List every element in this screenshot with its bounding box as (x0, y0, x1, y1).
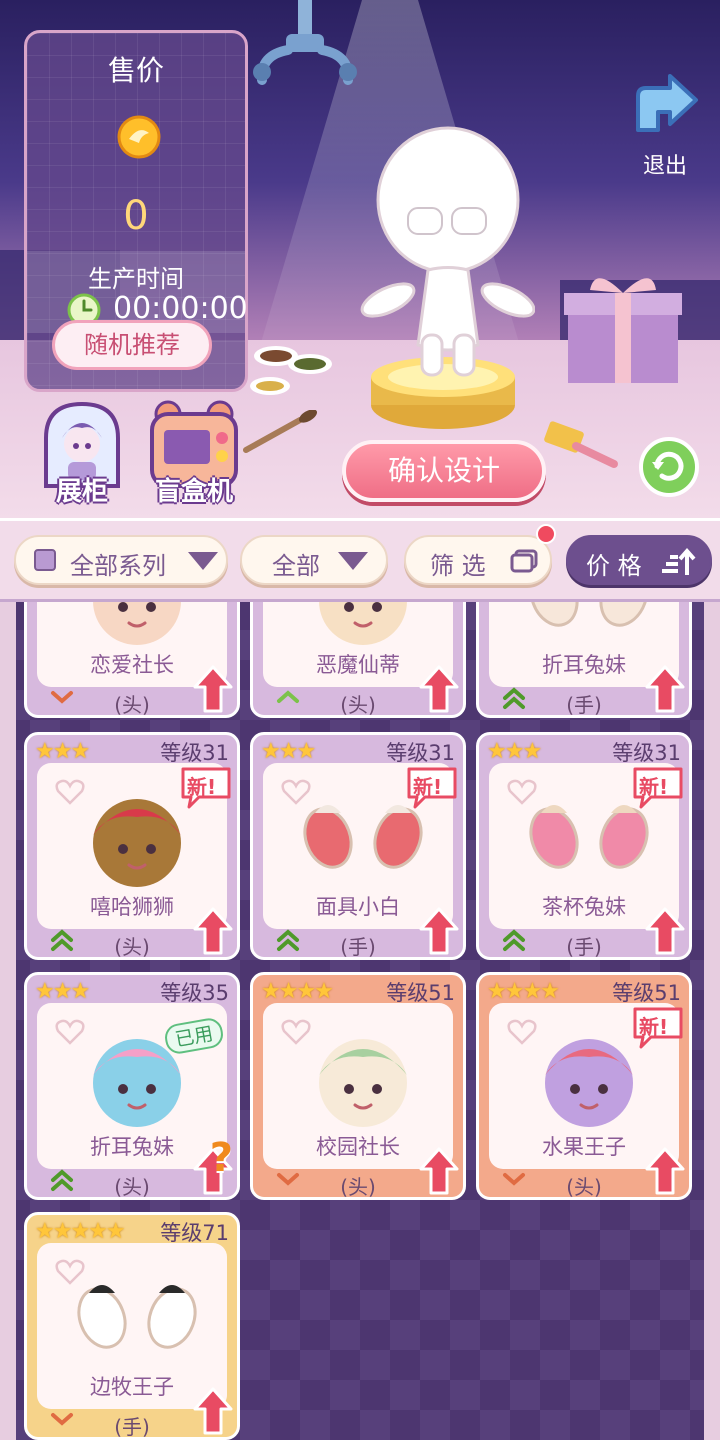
showcase-label: 展柜 (55, 477, 108, 507)
paint-brush (243, 410, 318, 453)
level-label: 等级31 (612, 741, 681, 765)
exit-label: 退出 (642, 154, 687, 179)
new-badge-label: 新! (413, 775, 443, 799)
production-time-label: 生产时间 (88, 265, 184, 293)
level-label: 等级31 (160, 741, 229, 765)
series-dropdown[interactable]: 全部系列 (14, 535, 228, 585)
price-title: 售价 (107, 54, 164, 87)
star-rating: ★★★ (487, 739, 542, 764)
upgrade-arrow-icon[interactable] (645, 663, 685, 715)
upgrade-arrow-icon[interactable] (193, 663, 233, 715)
star-rating: ★★★★★ (35, 1219, 126, 1244)
new-badge-label: 新! (639, 1015, 669, 1039)
item-card[interactable]: ★★★ 等级31 嘻哈狮狮 (头) 新! (24, 732, 240, 960)
price-panel: 售价 0 生产时间 00:00:00 随机推荐 (24, 30, 248, 392)
new-badge-label: 新! (639, 775, 669, 799)
gift-box (564, 278, 682, 383)
right-rail (704, 600, 720, 1440)
filter-bar: 全部系列 全部 筛 选 价 格 (0, 518, 720, 602)
category-label: 全部 (272, 552, 320, 580)
level-label: 等级51 (612, 981, 681, 1005)
notification-dot (536, 524, 556, 544)
sort-label: 价 格 (586, 552, 642, 580)
blank-doll (360, 126, 535, 377)
new-badge: 新! (179, 765, 233, 809)
rarity-chevron-icon (51, 1413, 73, 1426)
rarity-chevron-icon (503, 687, 525, 709)
new-badge: 新! (631, 765, 685, 809)
rarity-chevron-icon (51, 691, 73, 704)
item-art (77, 1285, 197, 1349)
upgrade-arrow-icon[interactable] (193, 1385, 233, 1437)
coin-icon (117, 115, 161, 159)
filter-icon (510, 549, 538, 573)
claw-icon (253, 0, 357, 85)
filter-label: 筛 选 (430, 552, 486, 580)
rarity-chevron-icon (51, 1169, 73, 1191)
star-rating: ★★★ (35, 979, 90, 1004)
flat-brush (544, 421, 618, 468)
random-recommend-button[interactable]: 随机推荐 (52, 320, 212, 370)
rarity-chevron-icon (277, 690, 299, 703)
rarity-chevron-icon (51, 929, 73, 951)
item-card[interactable]: ★★★★ 等级51 水果王子 (头) 新! (476, 972, 692, 1200)
filter-button[interactable]: 筛 选 (404, 535, 552, 585)
star-rating: ★★★ (261, 739, 316, 764)
upgrade-arrow-icon[interactable] (645, 905, 685, 957)
price-value: 0 (123, 193, 149, 239)
item-card[interactable]: ★★★ 等级31 茶杯兔妹 (手) 新! (476, 732, 692, 960)
new-badge-label: 新! (187, 775, 217, 799)
upgrade-arrow-icon[interactable] (193, 905, 233, 957)
star-rating: ★★★★ (261, 979, 334, 1004)
item-art (319, 1039, 407, 1127)
item-card[interactable]: ★★★ 等级35 折耳兔妹 (头) 已用? (24, 972, 240, 1200)
upgrade-arrow-icon[interactable] (645, 1145, 685, 1197)
help-icon[interactable]: ? (210, 1135, 233, 1181)
item-card[interactable]: ★★★★ 等级51 校园社长 (头) (250, 972, 466, 1200)
chevron-down-icon (188, 552, 218, 570)
blindbox-label: 盲盒机 (154, 477, 233, 507)
item-card[interactable]: ★★★ 等级31 面具小白 (手) 新! (250, 732, 466, 960)
level-label: 等级71 (160, 1221, 229, 1245)
level-label: 等级35 (160, 981, 229, 1005)
sort-icon (662, 547, 696, 575)
upgrade-arrow-icon[interactable] (419, 663, 459, 715)
rarity-chevron-icon (503, 929, 525, 951)
rarity-chevron-icon (503, 1173, 525, 1186)
left-rail (0, 600, 16, 1440)
paint-cups (250, 346, 332, 395)
series-icon (34, 549, 56, 571)
star-rating: ★★★★ (487, 979, 560, 1004)
design-stage: 售价 0 生产时间 00:00:00 随机推荐 退出 展柜 盲盒机 确认设计 (0, 0, 720, 520)
exit-button[interactable]: 退出 (630, 68, 700, 179)
confirm-design-button[interactable]: 确认设计 (342, 440, 546, 502)
upgrade-arrow-icon[interactable] (419, 1145, 459, 1197)
level-label: 等级31 (386, 741, 455, 765)
item-card[interactable]: ★★★★★ 等级71 边牧王子 (手) (24, 1212, 240, 1440)
new-badge: 新! (405, 765, 459, 809)
star-rating: ★★★ (35, 739, 90, 764)
refresh-icon[interactable] (638, 436, 700, 498)
chevron-down-icon (338, 552, 368, 570)
rarity-chevron-icon (277, 1173, 299, 1186)
new-badge: 新! (631, 1005, 685, 1049)
exit-arrow-icon (636, 74, 698, 132)
rarity-chevron-icon (277, 929, 299, 951)
category-dropdown[interactable]: 全部 (240, 535, 388, 585)
upgrade-arrow-icon[interactable] (419, 905, 459, 957)
showcase-button[interactable]: 展柜 (38, 398, 126, 508)
series-label: 全部系列 (70, 552, 166, 580)
blindbox-button[interactable]: 盲盒机 (146, 398, 242, 508)
sort-price-button[interactable]: 价 格 (566, 535, 712, 585)
level-label: 等级51 (386, 981, 455, 1005)
